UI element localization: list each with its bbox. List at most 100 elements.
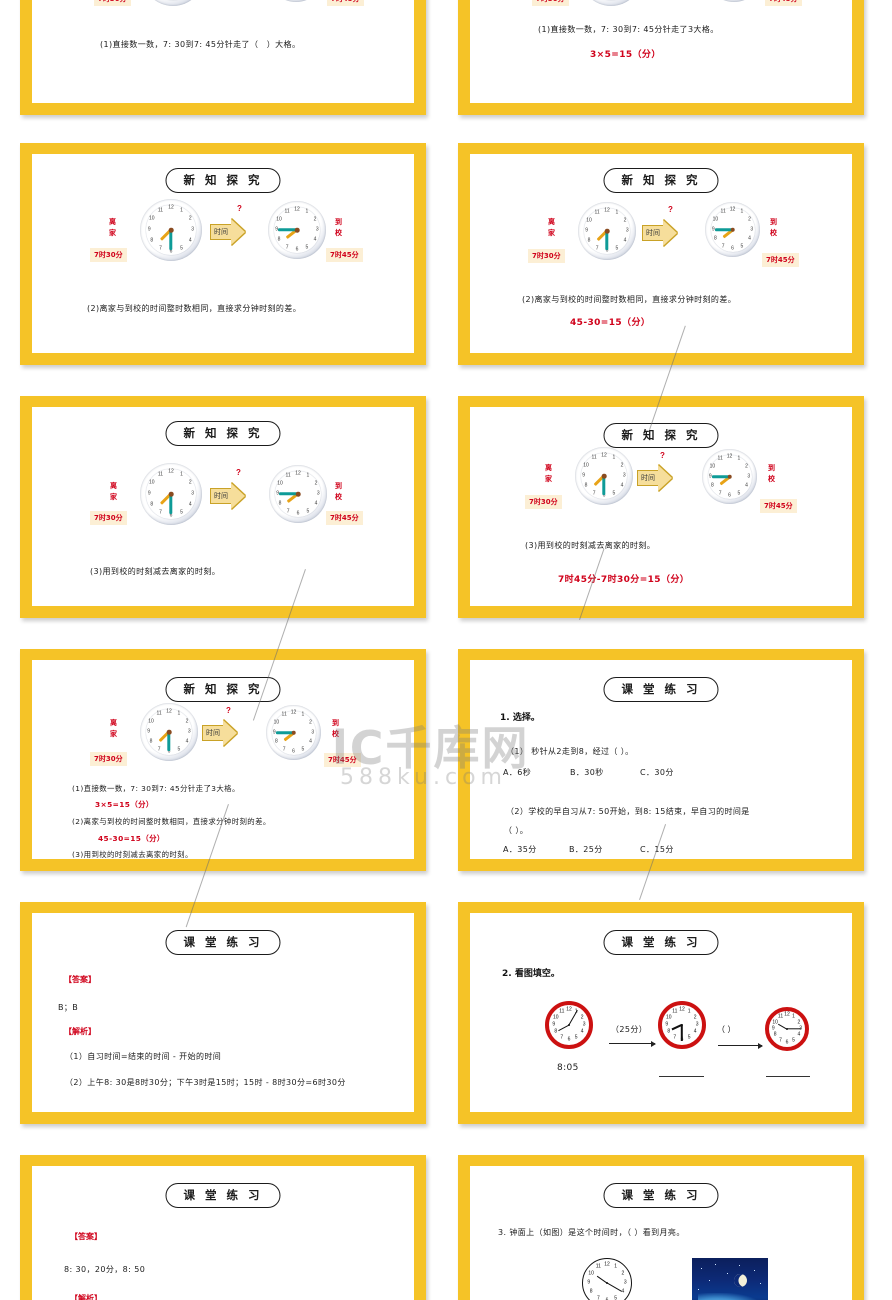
clock-arrive-school-1 — [267, 0, 325, 2]
slide-title-10: 课 堂 练 习 — [603, 930, 719, 955]
clock-num: 6 — [292, 748, 295, 755]
clock-num: 5 — [740, 243, 744, 250]
clock-num: 7 — [718, 490, 722, 497]
question-mark-7: ? — [226, 706, 231, 715]
clock-num: 2 — [188, 479, 192, 486]
clock-num: 12 — [294, 206, 300, 213]
answer-blank-2[interactable] — [766, 1076, 810, 1078]
analysis-line-1: （1）自习时间=结束的时间 - 开始的时间 — [65, 1052, 222, 1061]
clock-num: 5 — [180, 245, 183, 252]
clock-arrive-school-3: 12 1 2 3 4 5 6 7 8 9 10 11 — [268, 201, 326, 259]
question-2-option-a: A．35分 — [503, 845, 537, 854]
practice-clock-3: 12 1 2 3 4 5 6 7 8 9 10 11 — [765, 1007, 809, 1051]
slide-7-line-2: 3×5=15（分） — [95, 800, 154, 809]
practice-clock-1: 12 1 2 3 4 5 6 7 8 9 10 11 — [545, 1001, 593, 1049]
slide-body-2: 7时30分 7时45分 (1)直接数一数，7: 30到7: 45分针走了3大格。… — [470, 0, 852, 103]
slide-body-9: 课 堂 练 习 【答案】 B；B 【解析】 （1）自习时间=结束的时间 - 开始… — [32, 913, 414, 1112]
arrow-head-icon — [658, 465, 672, 491]
clock-minute-hand — [169, 230, 173, 250]
clock-num: 4 — [623, 237, 627, 244]
clock-num: 2 — [745, 463, 748, 470]
question-mark-4: ? — [668, 205, 673, 214]
slide-card-9[interactable]: 课 堂 练 习 【答案】 B；B 【解析】 （1）自习时间=结束的时间 - 开始… — [20, 902, 426, 1124]
slide-title-4: 新 知 探 究 — [603, 168, 719, 193]
clock-num: 4 — [309, 738, 312, 745]
slide-card-10[interactable]: 课 堂 练 习 2. 看图填空。 12 1 2 3 4 5 6 7 8 9 10… — [458, 902, 864, 1124]
clock-num: 11 — [591, 454, 597, 461]
arrow-label: 时间 — [637, 470, 659, 486]
clock-arrive-school-5: 12 1 2 3 4 5 6 7 8 9 10 11 — [269, 465, 327, 523]
clock-leave-home-2 — [580, 0, 642, 6]
clock-num: 2 — [580, 1014, 584, 1021]
clock-num: 11 — [672, 1008, 678, 1015]
clock-num: 10 — [148, 718, 154, 725]
time-chip-start-1: 7时30分 — [94, 0, 131, 6]
slide-card-2[interactable]: 7时30分 7时45分 (1)直接数一数，7: 30到7: 45分针走了3大格。… — [458, 0, 864, 115]
arrow-label: 时间 — [210, 488, 232, 504]
clock-pin — [730, 227, 735, 232]
clock-num: 3 — [582, 1021, 586, 1028]
clock-num: 2 — [314, 480, 318, 487]
clock-num: 4 — [313, 236, 317, 243]
time-chip-end-5: 7时45分 — [326, 511, 363, 525]
clock-leave-home-7: 12 1 2 3 4 5 6 7 8 9 10 11 — [140, 703, 198, 761]
clock-arrive-school-2 — [705, 0, 763, 2]
clock-num: 11 — [157, 471, 164, 478]
clock-num: 4 — [745, 482, 748, 489]
clock-num: 6 — [295, 246, 299, 253]
clock-minute-hand — [787, 1028, 801, 1030]
slide-title-3: 新 知 探 究 — [165, 168, 281, 193]
clock-leave-home-3: 12 1 2 3 4 5 6 7 8 9 10 11 — [140, 199, 202, 261]
clock-num: 1 — [301, 711, 305, 718]
slide-title-5: 新 知 探 究 — [165, 421, 281, 446]
clock-num: 11 — [594, 209, 600, 216]
clock-num: 6 — [728, 492, 731, 499]
answer-blank-1[interactable] — [659, 1076, 704, 1078]
clock-arrive-school-4: 12 1 2 3 4 5 6 7 8 9 10 11 — [705, 202, 760, 257]
arrow-label: 时间 — [642, 225, 664, 241]
slide-card-7[interactable]: 新 知 探 究 12 1 2 3 4 5 6 7 8 9 10 11 ? 时间 … — [20, 649, 426, 871]
slide-title-9: 课 堂 练 习 — [165, 930, 281, 955]
slide-card-11[interactable]: 课 堂 练 习 【答案】 8: 30，20分，8: 50 【解析】 — [20, 1155, 426, 1300]
clock-num: 1 — [687, 1008, 691, 1015]
slide-body-7: 新 知 探 究 12 1 2 3 4 5 6 7 8 9 10 11 ? 时间 … — [32, 660, 414, 859]
star-icon — [760, 1283, 762, 1285]
clock-num: 2 — [748, 216, 751, 223]
clock-num: 11 — [717, 455, 723, 462]
slide-body-5: 新 知 探 究 12 1 2 3 4 5 6 7 8 9 10 11 ? 时间 … — [32, 407, 414, 606]
clock-minute-hand — [681, 1025, 683, 1041]
clock-pin — [604, 228, 610, 234]
slide-card-6[interactable]: 新 知 探 究 12 1 2 3 4 5 6 7 8 9 10 11 ? 时间 … — [458, 396, 864, 618]
clock-num: 11 — [595, 1263, 601, 1270]
clock-num: 8 — [278, 500, 282, 507]
clock-num: 9 — [587, 1279, 591, 1286]
clock-num: 9 — [665, 1021, 669, 1028]
clock-num: 10 — [588, 1270, 594, 1277]
slide-card-12[interactable]: 课 堂 练 习 3. 钟面上（如图）是这个时间时，（ ）看到月亮。 12 1 2… — [458, 1155, 864, 1300]
slide-card-5[interactable]: 新 知 探 究 12 1 2 3 4 5 6 7 8 9 10 11 ? 时间 … — [20, 396, 426, 618]
label-leave-home-3: 离家 — [109, 218, 116, 237]
clock-num: 8 — [277, 236, 281, 243]
clock-num: 8 — [150, 501, 154, 508]
question-1-stem: （1） 秒针从2走到8，经过（ ）。 — [506, 747, 634, 756]
clock-num: 8 — [584, 482, 588, 489]
question-2-option-b: B．25分 — [569, 845, 603, 854]
label-arrive-school-6: 到校 — [768, 464, 775, 483]
slide-card-8[interactable]: 课 堂 练 习 1. 选择。 （1） 秒针从2走到8，经过（ ）。 A．6秒 B… — [458, 649, 864, 871]
slide-card-4[interactable]: 新 知 探 究 12 1 2 3 4 5 6 7 8 9 10 11 ? 时间 … — [458, 143, 864, 365]
slide-title-12: 课 堂 练 习 — [603, 1183, 719, 1208]
clock-num: 10 — [586, 217, 592, 224]
slide-card-1[interactable]: 7时30分 7时45分 (1)直接数一数，7: 30到7: 45分针走了（ ）大… — [20, 0, 426, 115]
time-chip-start-6: 7时30分 — [525, 495, 562, 509]
clock-num: 10 — [712, 216, 719, 223]
clock-num: 7 — [157, 746, 161, 753]
clock-num: 5 — [792, 1037, 795, 1044]
time-arrow-5: 时间 — [210, 483, 245, 509]
clock-pin — [166, 729, 172, 735]
slide-2-line-1: (1)直接数一数，7: 30到7: 45分针走了3大格。 — [538, 25, 719, 34]
clock-num: 12 — [604, 1261, 610, 1268]
clock-num: 3 — [316, 490, 320, 497]
slide-card-3[interactable]: 新 知 探 究 12 1 2 3 4 5 6 7 8 9 10 11 ? 时间 … — [20, 143, 426, 365]
clock-num: 5 — [614, 1295, 618, 1300]
clock-arrive-school-7: 12 1 2 3 4 5 6 7 8 9 10 11 — [266, 705, 321, 760]
